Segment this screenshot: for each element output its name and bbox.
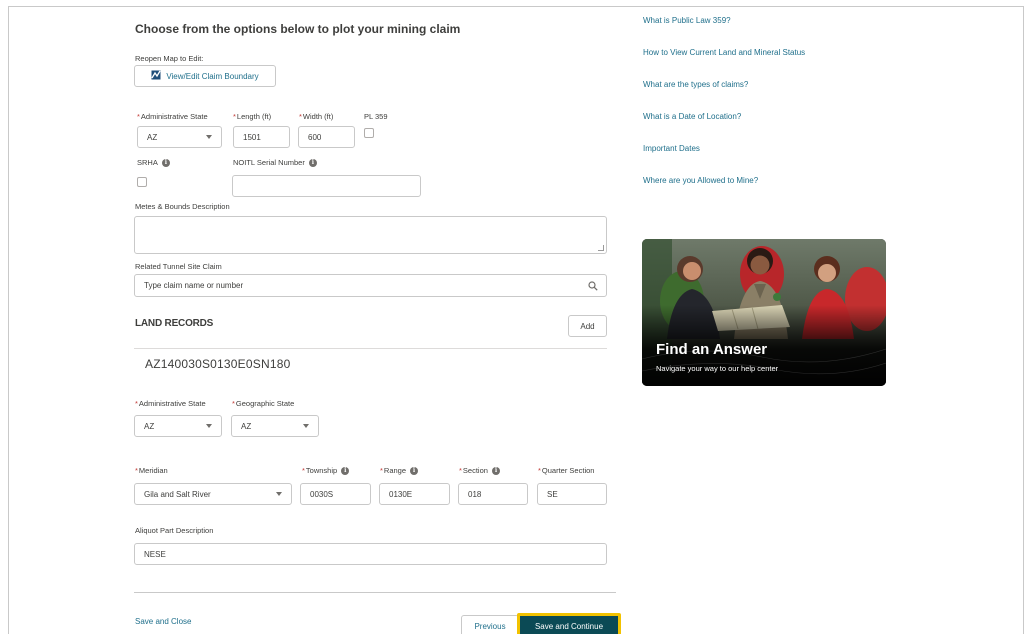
required-marker: * xyxy=(135,466,138,475)
range-value: 0130E xyxy=(389,489,413,499)
required-marker: * xyxy=(232,399,235,408)
metes-bounds-label: Metes & Bounds Description xyxy=(135,202,230,211)
sidebar-link-important-dates[interactable]: Important Dates xyxy=(643,144,700,153)
reopen-map-label: Reopen Map to Edit: xyxy=(135,54,204,63)
pl359-checkbox[interactable] xyxy=(364,128,374,138)
length-label: *Length (ft) xyxy=(233,112,272,121)
resize-grip-icon[interactable] xyxy=(598,245,604,251)
township-input[interactable]: 0030S xyxy=(300,483,371,505)
aliquot-value: NESE xyxy=(144,549,166,559)
meridian-value: Gila and Salt River xyxy=(144,489,211,499)
divider xyxy=(134,348,607,349)
quarter-section-value: SE xyxy=(547,489,558,499)
sidebar-link-date-of-location[interactable]: What is a Date of Location? xyxy=(643,112,741,121)
width-label: *Width (ft) xyxy=(299,112,334,121)
meridian-select[interactable]: Gila and Salt River xyxy=(134,483,292,505)
chevron-down-icon xyxy=(206,424,212,428)
chevron-down-icon xyxy=(303,424,309,428)
required-marker: * xyxy=(137,112,140,121)
land-records-heading: LAND RECORDS xyxy=(135,318,214,329)
search-icon[interactable] xyxy=(588,281,598,293)
add-land-record-button[interactable]: Add xyxy=(568,315,607,337)
srha-checkbox[interactable] xyxy=(137,177,147,187)
required-marker: * xyxy=(233,112,236,121)
required-marker: * xyxy=(380,466,383,475)
pl359-label: PL 359 xyxy=(364,112,388,121)
tunnel-site-search-input[interactable]: Type claim name or number xyxy=(134,274,607,297)
chevron-down-icon xyxy=(206,135,212,139)
township-label: *Township i xyxy=(302,466,350,476)
tunnel-site-placeholder: Type claim name or number xyxy=(144,281,244,290)
info-icon[interactable]: i xyxy=(161,159,170,168)
quarter-section-input[interactable]: SE xyxy=(537,483,607,505)
sidebar-link-types-of-claims[interactable]: What are the types of claims? xyxy=(643,80,748,89)
quarter-section-label: *Quarter Section xyxy=(538,466,595,475)
land-record-serial: AZ140030S0130E0SN180 xyxy=(145,357,291,371)
lr-admin-state-value: AZ xyxy=(144,421,155,431)
admin-state-label: *Administrative State xyxy=(137,112,208,121)
lr-admin-state-label: *Administrative State xyxy=(135,399,206,408)
range-label: *Range i xyxy=(380,466,419,476)
info-icon[interactable]: i xyxy=(341,467,350,476)
noitl-label: NOITL Serial Number i xyxy=(233,158,317,168)
divider xyxy=(134,592,616,593)
find-an-answer-card[interactable]: Find an Answer Navigate your way to our … xyxy=(642,239,886,386)
previous-button[interactable]: Previous xyxy=(461,615,519,634)
page-title: Choose from the options below to plot yo… xyxy=(135,22,461,36)
required-marker: * xyxy=(459,466,462,475)
meridian-label: *Meridian xyxy=(135,466,168,475)
section-value: 018 xyxy=(468,489,482,499)
section-label: *Section i xyxy=(459,466,500,476)
required-marker: * xyxy=(538,466,541,475)
length-value: 1501 xyxy=(243,132,261,142)
required-marker: * xyxy=(302,466,305,475)
info-icon[interactable]: i xyxy=(491,467,500,476)
length-input[interactable]: 1501 xyxy=(233,126,290,148)
metes-bounds-textarea[interactable] xyxy=(134,216,607,254)
admin-state-value: AZ xyxy=(147,132,158,142)
info-icon[interactable]: i xyxy=(410,467,419,476)
required-marker: * xyxy=(299,112,302,121)
admin-state-select[interactable]: AZ xyxy=(137,126,222,148)
aliquot-input[interactable]: NESE xyxy=(134,543,607,565)
map-icon xyxy=(151,70,161,82)
range-input[interactable]: 0130E xyxy=(379,483,450,505)
save-and-close-link[interactable]: Save and Close xyxy=(135,617,191,626)
view-edit-claim-boundary-button[interactable]: View/Edit Claim Boundary xyxy=(134,65,276,87)
srha-label: SRHA i xyxy=(137,158,170,168)
sidebar-link-where-allowed-to-mine[interactable]: Where are you Allowed to Mine? xyxy=(643,176,758,185)
width-input[interactable]: 600 xyxy=(298,126,355,148)
geo-state-value: AZ xyxy=(241,421,252,431)
geo-state-select[interactable]: AZ xyxy=(231,415,319,437)
section-input[interactable]: 018 xyxy=(458,483,528,505)
save-and-continue-button[interactable]: Save and Continue xyxy=(517,613,621,634)
width-value: 600 xyxy=(308,132,322,142)
required-marker: * xyxy=(135,399,138,408)
sidebar-link-public-law-359[interactable]: What is Public Law 359? xyxy=(643,16,731,25)
info-icon[interactable]: i xyxy=(308,159,317,168)
township-value: 0030S xyxy=(310,489,334,499)
aliquot-label: Aliquot Part Description xyxy=(135,526,214,535)
geo-state-label: *Geographic State xyxy=(232,399,295,408)
card-subtitle: Navigate your way to our help center xyxy=(656,364,779,373)
chevron-down-icon xyxy=(276,492,282,496)
tunnel-site-label: Related Tunnel Site Claim xyxy=(135,262,222,271)
card-title: Find an Answer xyxy=(656,341,768,358)
noitl-serial-input[interactable] xyxy=(232,175,421,197)
sidebar-link-land-mineral-status[interactable]: How to View Current Land and Mineral Sta… xyxy=(643,48,805,57)
lr-admin-state-select[interactable]: AZ xyxy=(134,415,222,437)
view-edit-claim-boundary-label: View/Edit Claim Boundary xyxy=(166,71,259,81)
